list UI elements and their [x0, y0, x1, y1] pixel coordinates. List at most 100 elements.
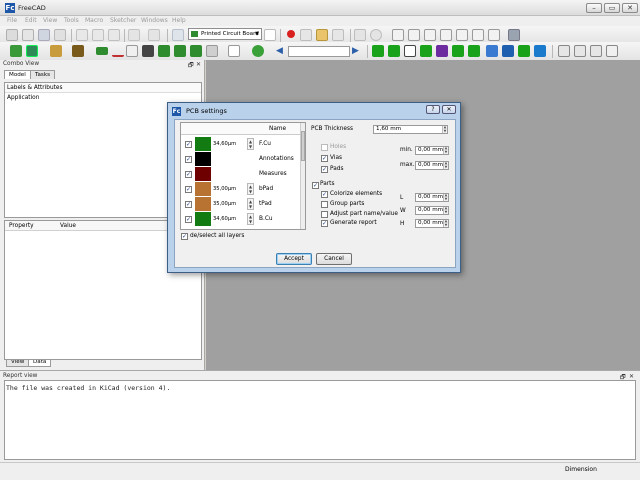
- view-left-icon[interactable]: [488, 29, 500, 41]
- forward-arrow-icon[interactable]: ▶: [352, 46, 362, 56]
- part-cylinder-icon[interactable]: [388, 45, 400, 57]
- close-panel-icon[interactable]: ✕: [196, 61, 201, 68]
- pads-checkbox[interactable]: ✓: [321, 166, 328, 173]
- view-top-icon[interactable]: [424, 29, 436, 41]
- h-spin-icon[interactable]: ▲ ▼: [443, 219, 448, 227]
- vias-checkbox[interactable]: ✓: [321, 155, 328, 162]
- upload-icon[interactable]: [574, 45, 586, 57]
- cut-icon[interactable]: [76, 29, 88, 41]
- layer-checkbox[interactable]: ✓: [185, 216, 192, 223]
- layer-color-swatch[interactable]: [195, 167, 211, 181]
- refresh-icon[interactable]: [172, 29, 184, 41]
- tab-model[interactable]: Model: [4, 70, 31, 79]
- pcb-parts-icon[interactable]: [50, 45, 62, 57]
- holes-checkbox[interactable]: [321, 144, 328, 151]
- pcb-grid-icon[interactable]: [26, 45, 38, 57]
- menu-macro[interactable]: Macro: [85, 17, 103, 25]
- run-macro-icon[interactable]: [332, 29, 344, 41]
- paste-icon[interactable]: [108, 29, 120, 41]
- copy-icon[interactable]: [92, 29, 104, 41]
- pcb-hole-icon[interactable]: [174, 45, 186, 57]
- navigation-url-input[interactable]: [288, 46, 350, 57]
- layer-row[interactable]: ✓ 34,60µm ▲ ▼ B.Cu: [181, 212, 301, 227]
- max-input[interactable]: 0,00 mm ▲ ▼: [415, 161, 449, 170]
- dialog-close-button[interactable]: ✕: [442, 105, 456, 114]
- min-spin-icon[interactable]: ▲ ▼: [443, 146, 448, 154]
- accept-button[interactable]: Accept: [276, 253, 312, 265]
- fit-all-icon[interactable]: [354, 29, 366, 41]
- menu-view[interactable]: View: [43, 17, 57, 25]
- part-cut-icon[interactable]: [502, 45, 514, 57]
- menu-help[interactable]: Help: [172, 17, 186, 25]
- pcb-outline-icon[interactable]: [228, 45, 240, 57]
- thickness-spin-icon[interactable]: ▲ ▼: [442, 125, 447, 133]
- measure-distance-icon[interactable]: [508, 29, 520, 41]
- draw-style-icon[interactable]: [370, 29, 382, 41]
- min-input[interactable]: 0,00 mm ▲ ▼: [415, 146, 449, 155]
- part-torus-icon[interactable]: [436, 45, 448, 57]
- box-select-icon[interactable]: [606, 45, 618, 57]
- layer-checkbox[interactable]: ✓: [185, 201, 192, 208]
- menu-edit[interactable]: Edit: [25, 17, 37, 25]
- redo-icon[interactable]: [148, 29, 160, 41]
- menu-tools[interactable]: Tools: [64, 17, 79, 25]
- group-parts-checkbox[interactable]: [321, 201, 328, 208]
- thickness-spinner[interactable]: ▲ ▼: [247, 213, 254, 225]
- whats-this-icon[interactable]: [264, 29, 276, 41]
- report-close-icon[interactable]: ✕: [629, 373, 634, 380]
- save-as-icon[interactable]: [54, 29, 66, 41]
- stop-macro-icon[interactable]: [300, 29, 312, 41]
- layer-color-swatch[interactable]: [195, 137, 211, 151]
- pcb-via-icon[interactable]: [190, 45, 202, 57]
- thickness-spinner[interactable]: ▲ ▼: [247, 198, 254, 210]
- part-tube-icon[interactable]: [468, 45, 480, 57]
- adjust-name-checkbox[interactable]: [321, 211, 328, 218]
- view-front-icon[interactable]: [408, 29, 420, 41]
- layer-color-swatch[interactable]: [195, 197, 211, 211]
- export-icon[interactable]: [558, 45, 570, 57]
- workbench-selector[interactable]: Printed Circuit Board ▼: [188, 28, 262, 40]
- maximize-button[interactable]: ▭: [604, 3, 620, 13]
- dialog-help-button[interactable]: ?: [426, 105, 440, 114]
- view-bottom-icon[interactable]: [472, 29, 484, 41]
- view-rear-icon[interactable]: [456, 29, 468, 41]
- pcb-assembly-icon[interactable]: [142, 45, 154, 57]
- layer-row[interactable]: ✓ 35,00µm ▲ ▼ bPad: [181, 182, 301, 197]
- part-box-icon[interactable]: [372, 45, 384, 57]
- part-common-icon[interactable]: [518, 45, 530, 57]
- select-all-layers-checkbox[interactable]: ✓: [181, 233, 188, 240]
- view-right-icon[interactable]: [440, 29, 452, 41]
- back-arrow-icon[interactable]: ◀: [276, 46, 286, 56]
- holes-group-checkbox[interactable]: ✓: [312, 182, 319, 189]
- minimize-button[interactable]: –: [586, 3, 602, 13]
- view-axo-icon[interactable]: [392, 29, 404, 41]
- part-section-icon[interactable]: [534, 45, 546, 57]
- record-macro-icon[interactable]: [287, 30, 295, 38]
- layer-checkbox[interactable]: ✓: [185, 186, 192, 193]
- layer-checkbox[interactable]: ✓: [185, 141, 192, 148]
- scrollbar-thumb[interactable]: [301, 131, 305, 161]
- pcb-text-icon[interactable]: [126, 45, 138, 57]
- w-spin-icon[interactable]: ▲ ▼: [443, 206, 448, 214]
- float-panel-icon[interactable]: 🗗: [188, 61, 194, 71]
- report-output[interactable]: [4, 380, 636, 460]
- layer-color-swatch[interactable]: [195, 152, 211, 166]
- pcb-thickness-input[interactable]: 1,60 mm ▲ ▼: [373, 125, 448, 134]
- l-spin-icon[interactable]: ▲ ▼: [443, 193, 448, 201]
- pcb-layer-icon[interactable]: [72, 45, 84, 57]
- edit-macro-icon[interactable]: [316, 29, 328, 41]
- part-wire-icon[interactable]: [404, 45, 416, 57]
- part-cone-icon[interactable]: [420, 45, 432, 57]
- layer-row[interactable]: ✓ 34,60µm ▲ ▼ F.Cu: [181, 137, 301, 152]
- layers-table[interactable]: Name ✓ 34,60µm ▲ ▼ F.Cu ✓ Annotations ✓ M…: [180, 122, 306, 230]
- layer-color-swatch[interactable]: [195, 182, 211, 196]
- pcb-import-icon[interactable]: [10, 45, 22, 57]
- layer-checkbox[interactable]: ✓: [185, 171, 192, 178]
- part-fuse-icon[interactable]: [486, 45, 498, 57]
- max-spin-icon[interactable]: ▲ ▼: [443, 161, 448, 169]
- h-input[interactable]: 0,00 mm ▲ ▼: [415, 219, 449, 228]
- l-input[interactable]: 0,00 mm ▲ ▼: [415, 193, 449, 202]
- undo-icon[interactable]: [128, 29, 140, 41]
- tab-tasks[interactable]: Tasks: [30, 70, 55, 79]
- menu-sketcher[interactable]: Sketcher: [110, 17, 136, 25]
